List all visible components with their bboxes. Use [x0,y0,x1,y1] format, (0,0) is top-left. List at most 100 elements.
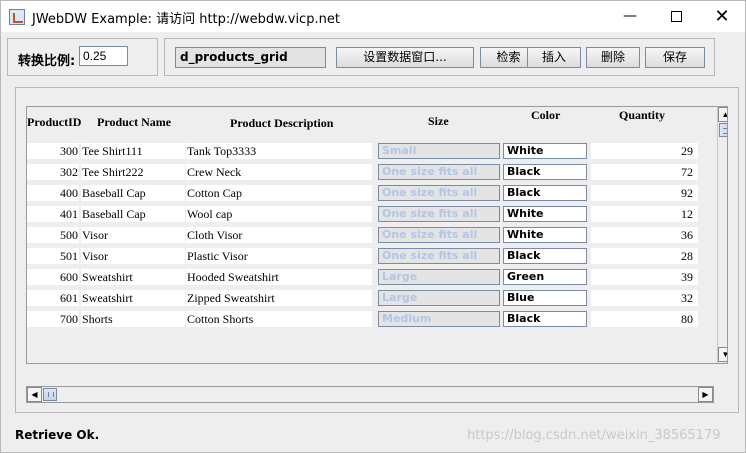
products-grid: ProductID Product Name Product Descripti… [26,106,728,364]
vertical-scroll-thumb[interactable] [719,123,727,137]
table-row[interactable]: 600 Sweatshirt Hooded Sweatshirt Large Green… [27,266,713,287]
minimize-icon: — [623,8,637,24]
cell-product-id[interactable]: 700 [27,311,79,327]
cell-size-dropdown[interactable]: One size fits all [378,227,500,243]
header-product-description: Product Description [230,116,334,130]
scroll-up-icon[interactable]: ▲ [718,107,727,122]
cell-product-id[interactable]: 501 [27,248,79,264]
scroll-right-icon[interactable]: ▶ [698,387,713,402]
header-product-id: ProductID [27,115,82,129]
cell-product-id[interactable]: 601 [27,290,79,306]
minimize-button[interactable]: — [607,1,653,31]
java-app-icon [9,9,25,25]
cell-size-dropdown[interactable]: Large [378,269,500,285]
ratio-label: 转换比例: [18,54,76,69]
vertical-scrollbar[interactable]: ▲ ▼ [717,107,727,363]
close-button[interactable]: ✕ [699,1,745,31]
cell-size-dropdown[interactable]: Small [378,143,500,159]
table-row[interactable]: 500 Visor Cloth Visor One size fits all Whit… [27,224,713,245]
cell-color-field[interactable]: Green [503,269,587,285]
table-row[interactable]: 302 Tee Shirt222 Crew Neck One size fits al… [27,161,713,182]
cell-color-field[interactable]: White [503,206,587,222]
insert-button[interactable]: 插入 [527,47,581,68]
datawindow-name-field[interactable]: d_products_grid [175,47,326,68]
cell-product-id[interactable]: 302 [27,164,79,180]
cell-product-name[interactable]: Sweatshirt [81,290,185,306]
cell-product-description[interactable]: Cloth Visor [186,227,372,243]
cell-quantity[interactable]: 36 [591,227,698,243]
cell-quantity[interactable]: 28 [591,248,698,264]
cell-color-field[interactable]: Blue [503,290,587,306]
cell-product-id[interactable]: 500 [27,227,79,243]
cell-quantity[interactable]: 39 [591,269,698,285]
cell-color-field[interactable]: Black [503,311,587,327]
cell-color-field[interactable]: Black [503,185,587,201]
cell-quantity[interactable]: 12 [591,206,698,222]
cell-color-field[interactable]: Black [503,248,587,264]
app-window: JWebDW Example: 请访问 http://webdw.vicp.ne… [0,0,746,453]
cell-product-name[interactable]: Visor [81,227,185,243]
save-button[interactable]: 保存 [645,47,705,68]
table-row[interactable]: 601 Sweatshirt Zipped Sweatshirt Large Blue 3… [27,287,713,308]
datawindow-panel: ProductID Product Name Product Descripti… [15,87,739,413]
cell-product-name[interactable]: Visor [81,248,185,264]
cell-size-dropdown[interactable]: One size fits all [378,164,500,180]
set-datawindow-button[interactable]: 设置数据窗口... [336,47,474,68]
datawindow-toolbar: d_products_grid 设置数据窗口... 检索 插入 删除 保存 [164,38,715,76]
cell-size-dropdown[interactable]: One size fits all [378,185,500,201]
cell-product-name[interactable]: Tee Shirt111 [81,143,185,159]
cell-quantity[interactable]: 80 [591,311,698,327]
cell-quantity[interactable]: 32 [591,290,698,306]
ratio-input[interactable]: 0.25 [79,46,128,66]
cell-color-field[interactable]: White [503,143,587,159]
header-product-name: Product Name [97,115,172,129]
title-bar: JWebDW Example: 请访问 http://webdw.vicp.ne… [1,1,745,32]
status-text: Retrieve Ok. [15,428,100,442]
delete-button[interactable]: 删除 [586,47,640,68]
cell-product-id[interactable]: 401 [27,206,79,222]
cell-product-id[interactable]: 300 [27,143,79,159]
cell-size-dropdown[interactable]: Large [378,290,500,306]
maximize-button[interactable] [653,1,699,31]
cell-product-id[interactable]: 600 [27,269,79,285]
cell-product-name[interactable]: Tee Shirt222 [81,164,185,180]
maximize-icon [670,10,682,22]
table-row[interactable]: 700 Shorts Cotton Shorts Medium Black 80 [27,308,713,329]
cell-product-description[interactable]: Hooded Sweatshirt [186,269,372,285]
window-title: JWebDW Example: 请访问 http://webdw.vicp.ne… [32,12,340,27]
cell-size-dropdown[interactable]: Medium [378,311,500,327]
horizontal-scrollbar[interactable]: ◀ ▶ [26,386,714,403]
table-row[interactable]: 401 Baseball Cap Wool cap One size fits all… [27,203,713,224]
cell-quantity[interactable]: 72 [591,164,698,180]
scroll-down-icon[interactable]: ▼ [718,347,727,362]
table-row[interactable]: 400 Baseball Cap Cotton Cap One size fits a… [27,182,713,203]
cell-product-description[interactable]: Crew Neck [186,164,372,180]
cell-product-description[interactable]: Plastic Visor [186,248,372,264]
watermark-text: https://blog.csdn.net/weixin_38565179 [467,428,721,443]
cell-quantity[interactable]: 29 [591,143,698,159]
horizontal-scroll-thumb[interactable] [43,388,57,401]
cell-product-description[interactable]: Zipped Sweatshirt [186,290,372,306]
header-color: Color [531,108,561,122]
cell-size-dropdown[interactable]: One size fits all [378,206,500,222]
cell-product-description[interactable]: Cotton Cap [186,185,372,201]
cell-product-name[interactable]: Shorts [81,311,185,327]
cell-color-field[interactable]: Black [503,164,587,180]
cell-product-name[interactable]: Baseball Cap [81,206,185,222]
cell-product-name[interactable]: Sweatshirt [81,269,185,285]
cell-quantity[interactable]: 92 [591,185,698,201]
header-size: Size [428,114,449,128]
table-row[interactable]: 501 Visor Plastic Visor One size fits all Bl… [27,245,713,266]
table-row[interactable]: 300 Tee Shirt111 Tank Top3333 Small White 29 [27,140,713,161]
cell-product-description[interactable]: Tank Top3333 [186,143,372,159]
header-quantity: Quantity [619,108,666,122]
cell-size-dropdown[interactable]: One size fits all [378,248,500,264]
scroll-left-icon[interactable]: ◀ [27,387,42,402]
cell-color-field[interactable]: White [503,227,587,243]
ratio-panel: 转换比例: 0.25 [7,38,158,76]
close-icon: ✕ [714,5,730,27]
cell-product-description[interactable]: Cotton Shorts [186,311,372,327]
cell-product-name[interactable]: Baseball Cap [81,185,185,201]
cell-product-description[interactable]: Wool cap [186,206,372,222]
cell-product-id[interactable]: 400 [27,185,79,201]
